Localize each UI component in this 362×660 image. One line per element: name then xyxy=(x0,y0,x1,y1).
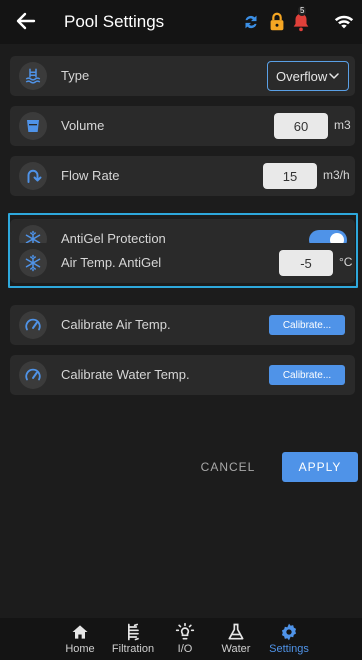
calibrate-water-button[interactable]: Calibrate... xyxy=(269,365,345,385)
chevron-down-icon xyxy=(329,73,339,79)
nav-item-io[interactable]: I/O xyxy=(170,622,200,656)
nav-label-settings: Settings xyxy=(269,643,309,655)
air-temp-antigel-input[interactable] xyxy=(279,250,333,276)
air-temp-antigel-setting-row: Air Temp. AntiGel °C xyxy=(10,243,355,283)
apply-button[interactable]: APPLY xyxy=(282,452,358,482)
nav-item-filtration[interactable]: Filtration xyxy=(108,622,158,656)
air-temp-antigel-label: Air Temp. AntiGel xyxy=(61,255,162,270)
bottom-navigation: Home Filtration I/O Water Settings xyxy=(0,618,362,660)
volume-input[interactable] xyxy=(274,113,328,139)
gear-icon xyxy=(281,623,297,641)
calibrate-water-row: Calibrate Water Temp. Calibrate... xyxy=(10,355,355,395)
flow-rate-setting-row: Flow Rate m3/h xyxy=(10,156,355,196)
bulb-icon xyxy=(175,622,195,640)
nav-label-water: Water xyxy=(221,643,251,655)
flow-rate-input[interactable] xyxy=(263,163,317,189)
sync-icon[interactable] xyxy=(240,11,262,33)
back-arrow-icon[interactable] xyxy=(14,9,38,33)
snowflake-icon xyxy=(19,249,47,277)
calibrate-air-row: Calibrate Air Temp. Calibrate... xyxy=(10,305,355,345)
type-select[interactable]: Overflow xyxy=(267,61,349,91)
filtration-icon xyxy=(128,623,139,641)
volume-unit: m3 xyxy=(334,118,351,132)
top-bar: Pool Settings 5 xyxy=(0,0,362,44)
type-label: Type xyxy=(61,68,90,83)
nav-label-filtration: Filtration xyxy=(111,643,155,655)
pool-ladder-icon xyxy=(19,62,47,90)
calibrate-air-label: Calibrate Air Temp. xyxy=(61,317,171,332)
nav-item-home[interactable]: Home xyxy=(63,622,97,656)
page-title: Pool Settings xyxy=(64,12,165,31)
flask-icon xyxy=(228,623,244,640)
type-setting-row: Type Overflow xyxy=(10,56,355,96)
flow-rate-label: Flow Rate xyxy=(61,168,120,183)
air-temp-antigel-unit: °C xyxy=(339,255,353,269)
nav-item-water[interactable]: Water xyxy=(218,622,254,656)
wifi-icon xyxy=(334,15,354,29)
lock-icon[interactable] xyxy=(266,11,288,33)
nav-item-settings[interactable]: Settings xyxy=(266,622,312,656)
gauge-icon xyxy=(19,311,47,339)
nav-label-home: Home xyxy=(65,643,95,655)
pool-volume-icon xyxy=(19,112,47,140)
home-icon xyxy=(72,625,88,639)
volume-setting-row: Volume m3 xyxy=(10,106,355,146)
cancel-button[interactable]: CANCEL xyxy=(185,452,271,482)
nav-label-io: I/O xyxy=(177,643,193,655)
calibrate-air-button[interactable]: Calibrate... xyxy=(269,315,345,335)
volume-label: Volume xyxy=(61,118,105,133)
flow-rate-unit: m3/h xyxy=(323,168,350,182)
flow-arrow-icon xyxy=(19,162,47,190)
type-select-value: Overflow xyxy=(276,68,328,84)
gauge-icon xyxy=(19,361,47,389)
calibrate-water-label: Calibrate Water Temp. xyxy=(61,367,190,382)
